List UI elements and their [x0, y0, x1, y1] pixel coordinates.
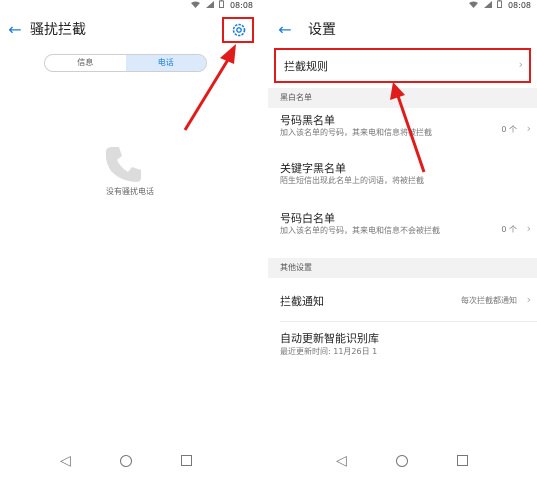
status-bar: 08:08 — [0, 0, 259, 12]
tab-calls[interactable]: 电话 — [125, 55, 206, 71]
number-blacklist-count: 0 个 — [501, 125, 517, 134]
page-title-right: 设置 — [308, 22, 336, 38]
chevron-right-icon: › — [526, 222, 531, 235]
status-bar-right: 08:08 — [268, 0, 537, 12]
nav-bar-right: ◁ — [268, 441, 537, 481]
chevron-right-icon: › — [526, 122, 531, 135]
keyword-blacklist-item[interactable]: 关键字黑名单 陌生短信出现此名单上的词语，将被拦截 — [268, 158, 537, 204]
left-screen: 08:08 ← 骚扰拦截 信息 电话 没有骚扰电话 ◁ — [0, 0, 259, 481]
app-bar: ← 骚扰拦截 — [0, 12, 259, 48]
section-blackwhite-label: 黑白名单 — [280, 93, 312, 102]
keyword-blacklist-desc: 陌生短信出现此名单上的词语，将被拦截 — [280, 176, 424, 185]
nav-recent-icon[interactable] — [457, 455, 468, 466]
number-whitelist-title: 号码白名单 — [280, 212, 335, 225]
intercept-notify-title: 拦截通知 — [280, 295, 324, 308]
tab-switcher: 信息 电话 — [44, 54, 207, 72]
tab-messages[interactable]: 信息 — [45, 55, 126, 71]
auto-update-desc: 最近更新时间: 11月26日 1 — [280, 347, 378, 356]
empty-state-text: 没有骚扰电话 — [106, 187, 154, 196]
keyword-blacklist-title: 关键字黑名单 — [280, 162, 346, 175]
number-whitelist-count: 0 个 — [501, 225, 517, 234]
number-blacklist-title: 号码黑名单 — [280, 114, 335, 127]
number-whitelist-item[interactable]: 号码白名单 加入该名单的号码，其来电和信息不会被拦截 0 个 › — [268, 208, 537, 254]
battery-icon — [219, 0, 225, 12]
settings-button[interactable] — [222, 17, 254, 43]
signal-icon — [205, 0, 214, 12]
number-blacklist-item[interactable]: 号码黑名单 加入该名单的号码，其来电和信息将被拦截 0 个 › — [268, 110, 537, 156]
wifi-icon — [191, 0, 201, 12]
gear-icon — [232, 23, 246, 37]
nav-back-icon[interactable]: ◁ — [60, 453, 71, 469]
section-other-label: 其他设置 — [280, 263, 312, 272]
number-blacklist-desc: 加入该名单的号码，其来电和信息将被拦截 — [280, 128, 432, 137]
section-other: 其他设置 — [268, 258, 537, 278]
back-arrow-icon[interactable]: ← — [276, 21, 294, 39]
chevron-right-icon: › — [518, 58, 523, 71]
page-title: 骚扰拦截 — [30, 22, 86, 38]
number-whitelist-desc: 加入该名单的号码，其来电和信息不会被拦截 — [280, 226, 440, 235]
phone-icon — [100, 141, 146, 191]
auto-update-item[interactable]: 自动更新智能识别库 最近更新时间: 11月26日 1 — [268, 326, 537, 366]
status-time: 08:08 — [507, 1, 531, 10]
panel-gap — [259, 0, 268, 481]
status-time: 08:08 — [229, 1, 253, 10]
section-blackwhite: 黑白名单 — [268, 88, 537, 108]
intercept-notify-value: 每次拦截都通知 — [461, 296, 517, 305]
auto-update-title: 自动更新智能识别库 — [280, 332, 379, 345]
divider — [280, 321, 537, 322]
nav-recent-icon[interactable] — [181, 455, 192, 466]
app-bar-right: ← 设置 — [268, 12, 537, 48]
back-arrow-icon[interactable]: ← — [6, 21, 24, 39]
intercept-notify-item[interactable]: 拦截通知 每次拦截都通知 › — [268, 283, 537, 319]
nav-home-icon[interactable] — [120, 455, 132, 467]
intercept-rules-label: 拦截规则 — [284, 60, 328, 73]
nav-back-icon[interactable]: ◁ — [336, 453, 347, 469]
nav-home-icon[interactable] — [396, 455, 408, 467]
signal-icon — [483, 0, 492, 12]
chevron-right-icon: › — [526, 293, 531, 306]
right-screen: 08:08 ← 设置 拦截规则 › 黑白名单 号码黑名单 加入该名单的号码，其来… — [268, 0, 537, 481]
battery-icon — [497, 0, 503, 12]
wifi-icon — [469, 0, 479, 12]
intercept-rules-item[interactable]: 拦截规则 › — [274, 48, 531, 83]
nav-bar: ◁ — [0, 441, 259, 481]
